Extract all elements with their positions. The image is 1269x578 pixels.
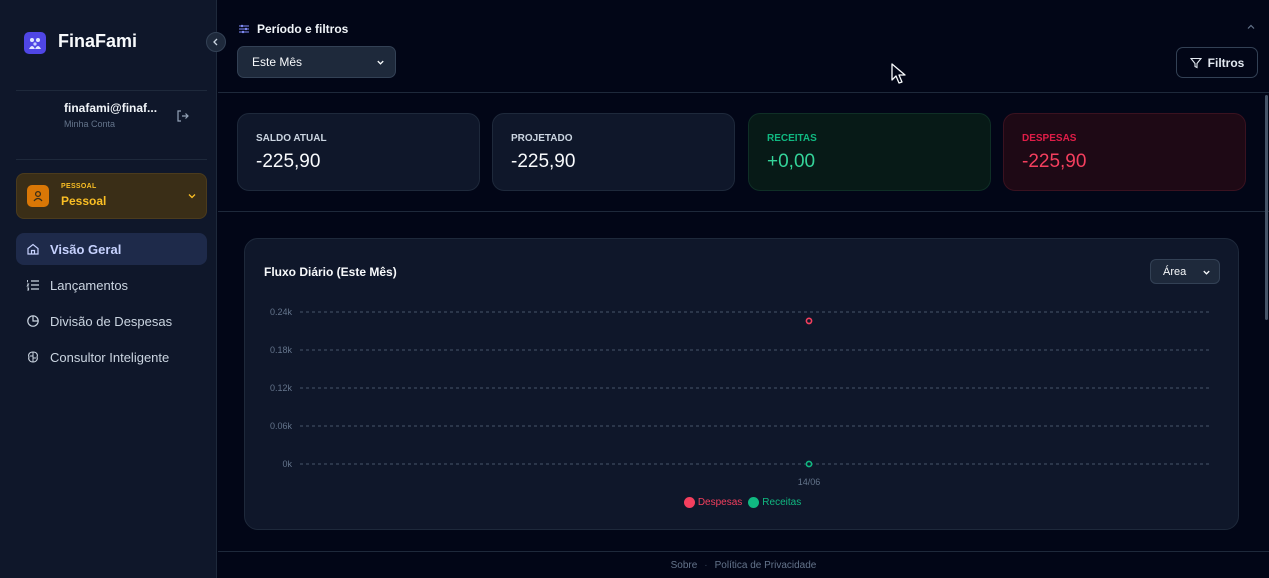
- brand-name: FinaFami: [58, 31, 138, 51]
- stat-label: RECEITAS: [767, 133, 817, 144]
- period-select[interactable]: Este Mês: [237, 46, 396, 78]
- stat-label: PROJETADO: [511, 133, 573, 144]
- stat-value: -225,90: [256, 151, 321, 172]
- chart-title: Fluxo Diário (Este Mês): [264, 265, 397, 279]
- stat-card-despesas: DESPESAS -225,90: [1003, 113, 1246, 191]
- brand: FinaFami: [0, 0, 217, 90]
- chart-legend: Despesas Receitas: [245, 497, 1240, 508]
- user-account[interactable]: finafami@finaf... Minha Conta: [16, 90, 207, 160]
- sliders-icon: [239, 24, 249, 34]
- nav-item-label: Consultor Inteligente: [50, 349, 170, 365]
- stat-card-receitas: RECEITAS +0,00: [748, 113, 991, 191]
- user-email: finafami@finaf...: [64, 101, 158, 115]
- context-label: PESSOAL: [61, 183, 97, 190]
- nav-item-consultor[interactable]: Consultor Inteligente: [16, 341, 207, 373]
- filter-icon: [1189, 57, 1202, 68]
- footer-link-sobre[interactable]: Sobre: [671, 560, 698, 571]
- chevron-down-icon: [377, 60, 384, 65]
- chevron-down-icon: [188, 194, 196, 199]
- context-name: Pessoal: [61, 194, 107, 208]
- daily-flow-chart: 0.24k 0.18k 0.12k 0.06k 0k 14/06: [270, 307, 1210, 487]
- user-subtitle: Minha Conta: [64, 119, 116, 129]
- stat-value: -225,90: [511, 151, 576, 172]
- nav-item-visao-geral[interactable]: Visão Geral: [16, 233, 207, 265]
- scrollbar-thumb[interactable]: [1265, 95, 1268, 320]
- y-tick-label: 0k: [282, 459, 292, 469]
- summary-cards: SALDO ATUAL -225,90 PROJETADO -225,90 RE…: [218, 94, 1269, 212]
- stat-card-projetado: PROJETADO -225,90: [492, 113, 735, 191]
- y-tick-label: 0.06k: [270, 421, 293, 431]
- stat-card-saldo-atual: SALDO ATUAL -225,90: [237, 113, 480, 191]
- stat-label: DESPESAS: [1022, 133, 1077, 144]
- chart-type-value: Área: [1163, 265, 1187, 278]
- x-tick-label: 14/06: [798, 477, 821, 487]
- filters-panel: Período e filtros Este Mês Filtros: [218, 10, 1269, 93]
- list-icon: [26, 280, 39, 291]
- chevron-down-icon: [1203, 270, 1210, 275]
- nav-item-lancamentos[interactable]: Lançamentos: [16, 269, 207, 301]
- collapse-sidebar-button[interactable]: [206, 32, 226, 52]
- user-icon: [27, 185, 49, 207]
- period-select-value: Este Mês: [252, 55, 303, 69]
- pie-icon: [27, 315, 39, 327]
- footer-separator: ·: [704, 559, 708, 571]
- filters-title-text: Período e filtros: [257, 22, 349, 36]
- filters-button[interactable]: Filtros: [1176, 47, 1258, 78]
- legend-item-receitas[interactable]: Receitas: [748, 497, 801, 508]
- nav-item-label: Lançamentos: [50, 277, 129, 293]
- stat-value: -225,90: [1022, 151, 1087, 172]
- legend-label: Receitas: [762, 497, 802, 508]
- legend-swatch: [748, 497, 760, 508]
- family-logo-icon: [24, 32, 46, 54]
- y-tick-label: 0.18k: [270, 345, 293, 355]
- chevron-up-icon[interactable]: [1246, 22, 1256, 32]
- context-selector[interactable]: PESSOAL Pessoal: [16, 173, 207, 219]
- filters-button-label: Filtros: [1207, 55, 1245, 70]
- mouse-cursor-icon: [891, 63, 906, 84]
- nav-item-label: Divisão de Despesas: [50, 313, 173, 329]
- data-point-receitas[interactable]: [805, 460, 813, 468]
- sidebar: FinaFami finafami@finaf... Minha Conta P…: [0, 0, 226, 578]
- daily-flow-chart-card: Fluxo Diário (Este Mês) Área 0.24k 0.18k 0…: [244, 238, 1239, 530]
- filters-title: Período e filtros: [238, 22, 348, 36]
- data-point-despesas[interactable]: [805, 317, 813, 325]
- y-tick-label: 0.12k: [270, 383, 293, 393]
- legend-item-despesas[interactable]: Despesas: [683, 497, 743, 508]
- legend-swatch: [683, 497, 695, 508]
- logout-icon[interactable]: [176, 109, 190, 123]
- brain-icon: [28, 351, 38, 363]
- chevron-left-icon: [213, 38, 218, 46]
- footer-link-privacidade[interactable]: Política de Privacidade: [715, 560, 817, 571]
- y-tick-label: 0.24k: [270, 307, 293, 317]
- nav-item-label: Visão Geral: [50, 241, 122, 257]
- stat-value: +0,00: [767, 151, 816, 172]
- main-nav: Visão Geral Lançamentos Divisão de Despe…: [16, 233, 207, 377]
- nav-item-divisao-despesas[interactable]: Divisão de Despesas: [16, 305, 207, 337]
- home-icon: [27, 243, 39, 255]
- stat-label: SALDO ATUAL: [256, 133, 327, 144]
- footer: Sobre · Política de Privacidade: [218, 551, 1269, 578]
- chart-type-select[interactable]: Área: [1150, 259, 1220, 284]
- legend-label: Despesas: [697, 497, 743, 508]
